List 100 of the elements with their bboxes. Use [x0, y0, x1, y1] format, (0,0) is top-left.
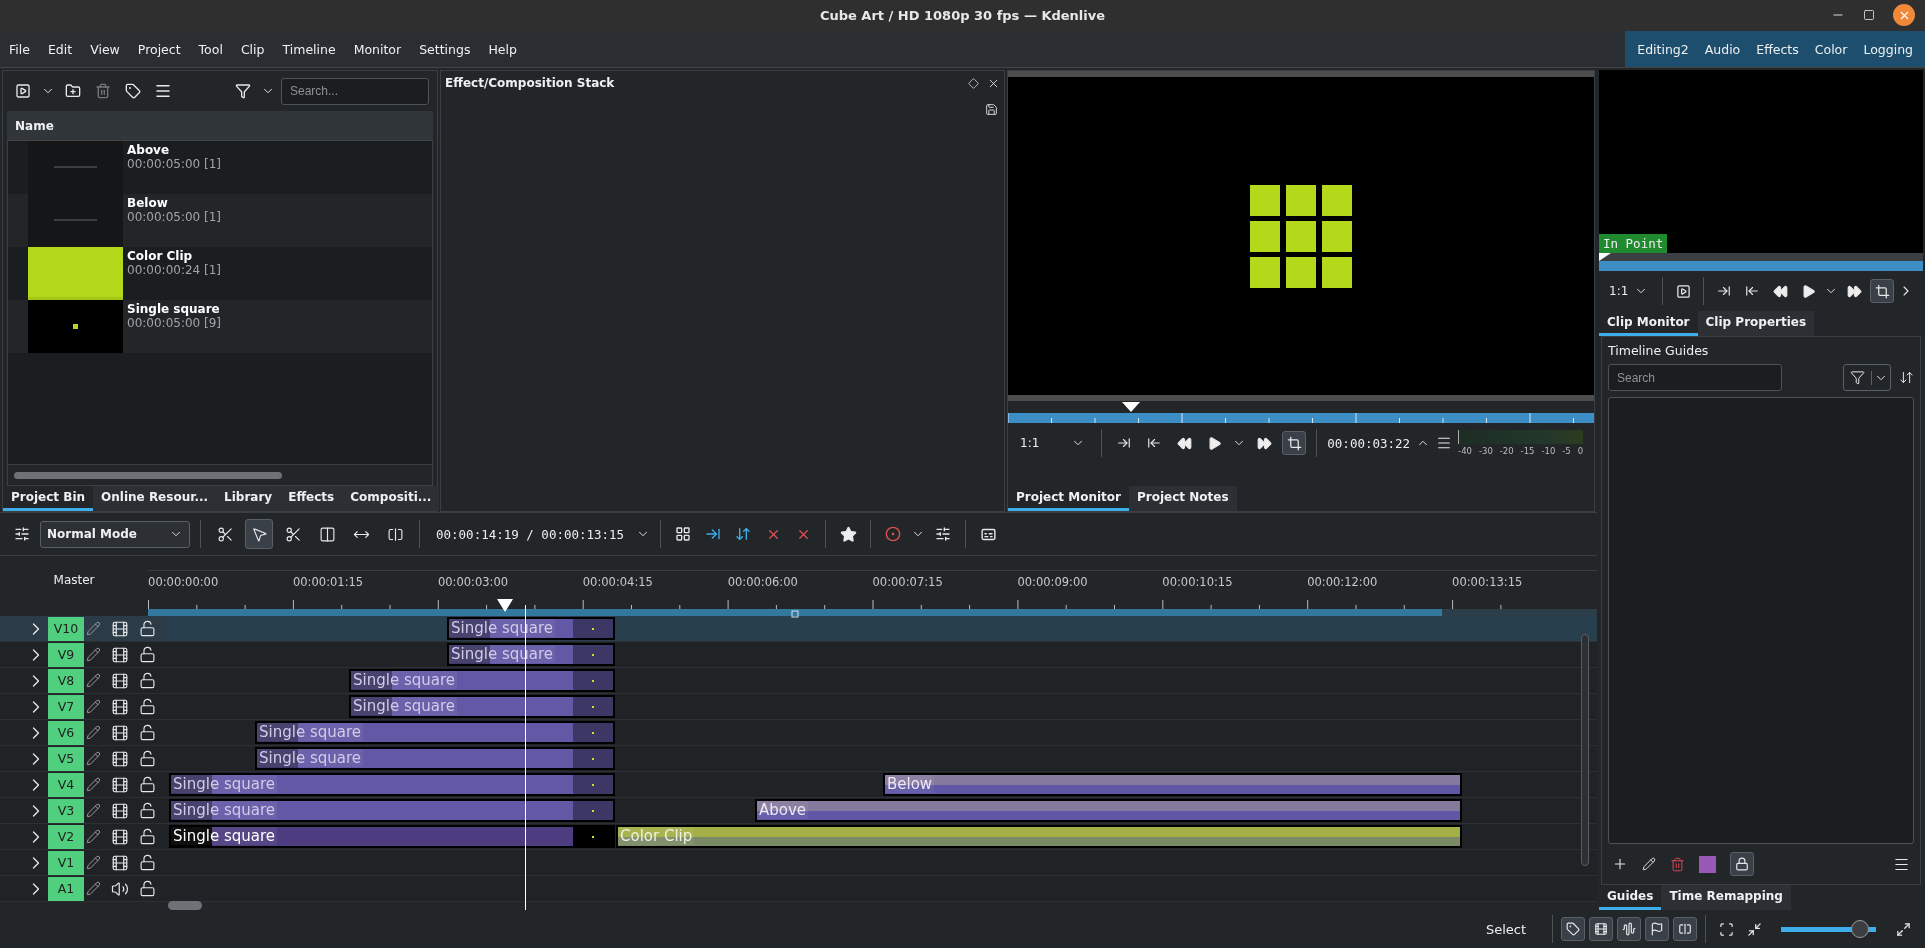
ruler-label: 00:00:04:15 — [582, 574, 654, 589]
meter-label: -5 — [1562, 446, 1571, 456]
panel-tab[interactable]: Online Resour... — [93, 486, 217, 511]
ruler-label: 00:00:06:00 — [727, 574, 799, 589]
workspace-tab[interactable]: Audio — [1696, 41, 1749, 57]
track-row[interactable]: V1 — [0, 850, 1597, 876]
clip-label: Below — [885, 775, 935, 793]
clip-name: Below — [127, 196, 169, 210]
workspace-tab[interactable]: Color — [1806, 41, 1856, 57]
clip-label: Single square — [171, 775, 277, 793]
clip-label: Single square — [257, 723, 363, 741]
track-label[interactable]: V1 — [48, 850, 84, 875]
clip-duration: 00:00:05:00 [9] — [127, 316, 222, 330]
column-header[interactable]: Name — [7, 111, 433, 141]
timeline-clip[interactable]: Single square — [255, 721, 615, 744]
track-label[interactable]: V6 — [48, 720, 84, 745]
timeline-clip[interactable]: Single square — [169, 825, 615, 848]
menu-item[interactable]: Project — [128, 31, 190, 67]
clip-label: Single square — [257, 749, 363, 767]
ruler-label: 00:00:07:15 — [872, 574, 944, 589]
menu-item[interactable]: Help — [479, 31, 526, 67]
timecode-display[interactable]: 00:00:14:19 / 00:00:13:15 — [430, 526, 631, 542]
track-row[interactable]: V7 Single square — [0, 694, 1597, 720]
timeline-clip[interactable]: Single square — [169, 799, 615, 822]
ruler-label: 00:00:01:15 — [293, 574, 365, 589]
timeline-clip[interactable]: Single square — [349, 695, 615, 718]
ruler-label: 00:00:10:15 — [1162, 574, 1234, 589]
timeline-clip[interactable]: Single square — [349, 669, 615, 692]
zoom-dropdown[interactable]: 1:1 — [1014, 436, 1092, 450]
clip-name: Above — [127, 143, 171, 157]
meter-label: -15 — [1520, 446, 1535, 456]
track-label[interactable]: V4 — [48, 772, 84, 797]
ruler-label: 00:00:03:00 — [437, 574, 510, 589]
menu-item[interactable]: Settings — [410, 31, 480, 67]
panel-title: Timeline Guides — [1608, 343, 1710, 358]
workspace-tab[interactable]: Editing2 — [1629, 41, 1697, 57]
timeline-clip[interactable]: Single square — [255, 747, 615, 770]
menu-item[interactable]: Tool — [189, 31, 232, 67]
search-field[interactable]: Search — [1608, 364, 1782, 391]
zoom-dropdown[interactable]: 1:1 — [1603, 284, 1655, 298]
clip-label: Color Clip — [618, 827, 695, 845]
panel-title: Effect/Composition Stack — [445, 76, 615, 90]
meter-label: -40 — [1458, 446, 1472, 456]
track-label[interactable]: V3 — [48, 798, 84, 823]
track-label[interactable]: A1 — [48, 876, 84, 901]
timeline-clip[interactable]: Single square — [169, 773, 615, 796]
bin-item[interactable]: Below 00:00:05:00 [1] — [8, 194, 432, 247]
meter-label: -10 — [1541, 446, 1556, 456]
master-label: Master — [53, 573, 95, 587]
track-label[interactable]: V9 — [48, 642, 84, 667]
menu-item[interactable]: Edit — [38, 31, 82, 67]
track-row[interactable]: V6 Single square — [0, 720, 1597, 746]
time-ruler[interactable]: 00:00:00:00 00:00:01:15 00:00:03:00 00:00:04:15 00:00:06:00 00:00:07:15 00:00:09:00 00:00:10:15 00:00:12:00 00:00:13:15 — [148, 570, 1597, 616]
clip-duration: 00:00:05:00 [1] — [127, 210, 222, 224]
window-title: Cube Art / HD 1080p 30 fps — Kdenlive — [819, 8, 1106, 23]
ruler-label: 00:00:13:15 — [1452, 574, 1524, 589]
panel-tab[interactable]: Clip Properties — [1697, 311, 1815, 336]
panel-tab[interactable]: Project Notes — [1129, 486, 1237, 511]
mode-dropdown[interactable]: Normal Mode — [40, 520, 190, 548]
bin-item[interactable]: Single square 00:00:05:00 [9] — [8, 300, 432, 353]
meter-label: -30 — [1478, 446, 1493, 456]
workspace-tab[interactable]: Effects — [1748, 41, 1807, 57]
track-label[interactable]: V2 — [48, 824, 84, 849]
menu-item[interactable]: View — [81, 31, 129, 67]
clip-label: Single square — [171, 827, 277, 845]
clip-label: Single square — [351, 671, 457, 689]
track-label[interactable]: V7 — [48, 694, 84, 719]
menu-item[interactable]: Timeline — [273, 31, 345, 67]
clip-duration: 00:00:00:24 [1] — [127, 263, 222, 277]
meter-label: 0 — [1577, 446, 1584, 456]
menu-item[interactable]: Monitor — [344, 31, 411, 67]
panel-tab[interactable]: Library — [216, 486, 281, 511]
meter-label: -20 — [1499, 446, 1514, 456]
clip-name: Color Clip — [127, 249, 194, 263]
track-row[interactable]: V5 Single square — [0, 746, 1597, 772]
clip-label: Single square — [171, 801, 277, 819]
ruler-label: 00:00:00:00 — [148, 574, 220, 589]
panel-tab[interactable]: Effects — [280, 486, 343, 511]
timecode-field[interactable]: 00:00:03:22 — [1327, 435, 1411, 451]
track-row[interactable]: V8 Single square — [0, 668, 1597, 694]
workspace-tab[interactable]: Logging — [1855, 41, 1921, 57]
clip-duration: 00:00:05:00 [1] — [127, 157, 222, 171]
ruler-label: 00:00:09:00 — [1017, 574, 1089, 589]
track-row[interactable]: V2 Single square Color Clip — [0, 824, 1597, 850]
track-label[interactable]: V8 — [48, 668, 84, 693]
track-label[interactable]: V10 — [48, 616, 84, 641]
panel-tab[interactable]: Compositi... — [342, 486, 440, 511]
track-label[interactable]: V5 — [48, 746, 84, 771]
menu-item[interactable]: File — [0, 31, 39, 67]
menu-item[interactable]: Clip — [231, 31, 274, 67]
search-field[interactable]: Search... — [281, 77, 429, 105]
clip-label: Above — [757, 801, 809, 819]
track-row[interactable]: V4 Single square Below — [0, 772, 1597, 798]
clip-label: Single square — [351, 697, 457, 715]
track-row[interactable]: V3 Single square Above — [0, 798, 1597, 824]
in-point-label: In Point — [1599, 234, 1668, 253]
status-text: Select — [1485, 921, 1526, 937]
panel-tab[interactable]: Time Remapping — [1661, 885, 1791, 910]
clip-name: Single square — [127, 302, 221, 316]
track-row[interactable]: A1 — [0, 876, 1597, 902]
